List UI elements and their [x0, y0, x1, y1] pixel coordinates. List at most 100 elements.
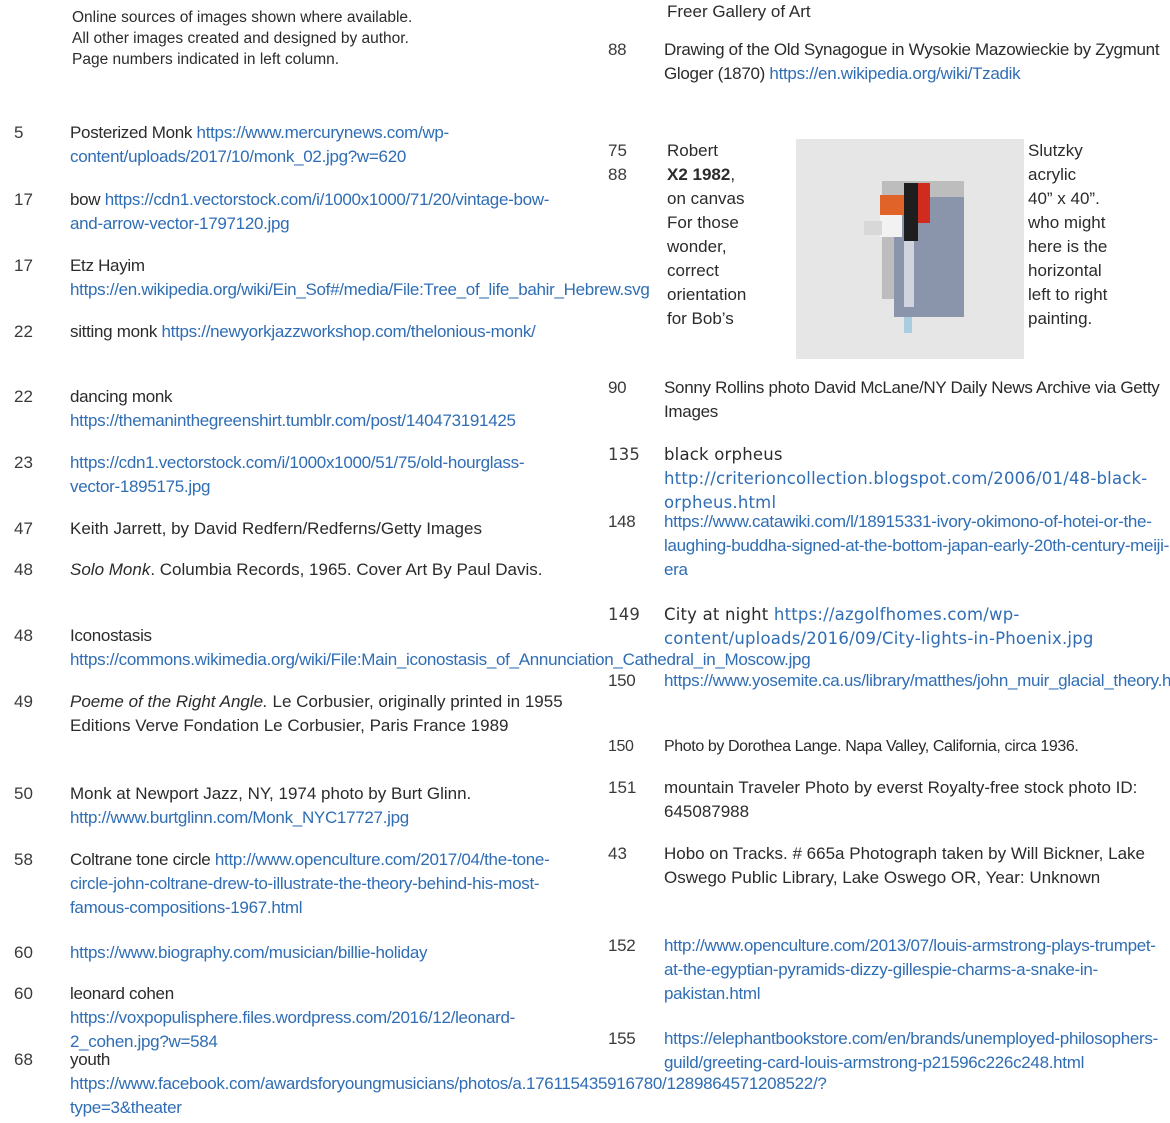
- intro-line: Page numbers indicated in left column.: [72, 51, 340, 68]
- page-number: 23: [14, 453, 33, 472]
- credit-entry: 149 City at night https://azgolfhomes.co…: [608, 603, 1170, 651]
- page-number: 49: [14, 692, 33, 711]
- credit-text: bow: [70, 190, 105, 209]
- credit-link[interactable]: https://www.catawiki.com/l/18915331-ivor…: [664, 512, 1169, 579]
- page-number: 88: [608, 40, 627, 59]
- painting-caption-right: Slutzky acrylic 40” x 40”. who might her…: [1028, 139, 1170, 331]
- left-column: Online sources of images shown where ava…: [14, 0, 827, 1117]
- credit-entry: 152 http://www.openculture.com/2013/07/l…: [608, 934, 1170, 1006]
- page-number: 43: [608, 844, 627, 863]
- credit-entry: 68 youth https://www.facebook.com/awards…: [14, 1048, 827, 1120]
- credit-text: dancing monk: [70, 387, 173, 406]
- page-number: 17: [14, 190, 33, 209]
- credit-link[interactable]: http://www.openculture.com/2013/07/louis…: [664, 936, 1156, 1003]
- page-number: 88: [608, 165, 627, 184]
- credit-link[interactable]: https://elephantbookstore.com/en/brands/…: [664, 1029, 1158, 1072]
- credit-text: Posterized Monk: [70, 123, 197, 142]
- painting-entry: 75 88 Robert X2 1982, on canvas For thos…: [608, 139, 1170, 369]
- page-number: 60: [14, 984, 33, 1003]
- credit-link[interactable]: https://themaninthegreenshirt.tumblr.com…: [70, 411, 516, 430]
- credit-entry: 48 Iconostasis https://commons.wikimedia…: [14, 624, 811, 672]
- abstract-painting-graphic: [796, 139, 1024, 359]
- credit-link[interactable]: https://en.wikipedia.org/wiki/Tzadik: [769, 64, 1020, 83]
- page-number: 150: [608, 738, 634, 755]
- credit-link[interactable]: https://www.yosemite.ca.us/library/matth…: [664, 671, 1170, 690]
- page-number: 155: [608, 1029, 636, 1048]
- credit-text: youth: [70, 1050, 111, 1069]
- painting-caption-left: Robert X2 1982, on canvas For those wond…: [667, 139, 797, 331]
- credit-link[interactable]: http://www.burtglinn.com/Monk_NYC17727.j…: [70, 808, 409, 827]
- page-number: 58: [14, 850, 33, 869]
- credit-entry: 58 Coltrane tone circle http://www.openc…: [14, 848, 574, 920]
- caption-line: 40” x 40”.: [1028, 189, 1100, 208]
- page-number: 90: [608, 378, 627, 397]
- credit-entry: 17 Etz Hayim https://en.wikipedia.org/wi…: [14, 254, 650, 302]
- credit-text: Keith Jarrett, by David Redfern/Redferns…: [70, 519, 482, 538]
- credit-text: Coltrane tone circle: [70, 850, 215, 869]
- credit-text: City at night: [664, 605, 774, 624]
- caption-line: left to right: [1028, 285, 1108, 304]
- credit-entry: 17 bow https://cdn1.vectorstock.com/i/10…: [14, 188, 574, 236]
- credit-link[interactable]: https://newyorkjazzworkshop.com/thelonio…: [162, 322, 536, 341]
- caption-line: horizontal: [1028, 261, 1102, 280]
- credit-link[interactable]: https://cdn1.vectorstock.com/i/1000x1000…: [70, 190, 549, 233]
- page-number: 50: [14, 784, 33, 803]
- intro-note: Online sources of images shown where ava…: [72, 7, 574, 70]
- page-number: 150: [608, 671, 636, 690]
- credit-text: sitting monk: [70, 322, 162, 341]
- credit-entry: 135 black orpheus http://criterioncollec…: [608, 443, 1170, 515]
- caption-line: for Bob’s: [667, 309, 734, 328]
- credit-entry: 43 Hobo on Tracks. # 665a Photograph tak…: [608, 842, 1170, 890]
- page-number: 149: [608, 605, 641, 624]
- caption-line: wonder,: [667, 237, 727, 256]
- credit-entry: 49 Poeme of the Right Angle. Le Corbusie…: [14, 690, 574, 738]
- credit-text: . Columbia Records, 1965. Cover Art By P…: [150, 560, 543, 579]
- page-number: 17: [14, 256, 33, 275]
- caption-line: acrylic: [1028, 165, 1077, 184]
- page-numbers: 75 88: [608, 139, 658, 187]
- credit-entry: 48 Solo Monk. Columbia Records, 1965. Co…: [14, 558, 574, 582]
- caption-line: who might: [1028, 213, 1106, 232]
- credit-text: Photo by Dorothea Lange. Napa Valley, Ca…: [664, 738, 1079, 755]
- credit-text: Sonny Rollins photo David McLane/NY Dail…: [664, 378, 1160, 421]
- credit-link[interactable]: https://www.facebook.com/awardsforyoungm…: [70, 1074, 827, 1117]
- credit-entry: 47 Keith Jarrett, by David Redfern/Redfe…: [14, 517, 574, 541]
- credit-entry: 150 https://www.yosemite.ca.us/library/m…: [608, 669, 1170, 693]
- credit-link[interactable]: http://criterioncollection.blogspot.com/…: [664, 469, 1147, 512]
- credit-text: leonard cohen: [70, 984, 174, 1003]
- credit-entry: 155 https://elephantbookstore.com/en/bra…: [608, 1027, 1170, 1075]
- painting-title: X2 1982: [667, 165, 731, 184]
- caption-line: X2 1982,: [667, 163, 797, 187]
- credit-entry: 150 Photo by Dorothea Lange. Napa Valley…: [608, 735, 1170, 759]
- caption-line: correct: [667, 261, 719, 280]
- caption-line: here is the: [1028, 237, 1108, 256]
- intro-line: Online sources of images shown where ava…: [72, 9, 413, 26]
- page-number: 48: [14, 560, 33, 579]
- caption-line: painting.: [1028, 309, 1093, 328]
- intro-line: All other images created and designed by…: [72, 30, 409, 47]
- page-number: 5: [14, 123, 24, 142]
- credit-link[interactable]: https://voxpopulisphere.files.wordpress.…: [70, 1008, 515, 1051]
- credit-link[interactable]: https://en.wikipedia.org/wiki/Ein_Sof#/m…: [70, 280, 650, 299]
- caption-line: on canvas: [667, 189, 745, 208]
- credit-text: Hobo on Tracks. # 665a Photograph taken …: [664, 844, 1145, 887]
- credit-entry: 5 Posterized Monk https://www.mercurynew…: [14, 121, 574, 169]
- caption-line: orientation: [667, 285, 747, 304]
- credit-entry: 22 sitting monk https://newyorkjazzworks…: [14, 320, 574, 344]
- credit-link[interactable]: https://commons.wikimedia.org/wiki/File:…: [70, 650, 811, 669]
- credit-link[interactable]: https://www.biography.com/musician/billi…: [70, 943, 428, 962]
- credit-text: mountain Traveler Photo by everst Royalt…: [664, 778, 1138, 821]
- page-number: 68: [14, 1050, 33, 1069]
- page-number: 75: [608, 141, 627, 160]
- credit-link[interactable]: https://cdn1.vectorstock.com/i/1000x1000…: [70, 453, 525, 496]
- credit-text: Iconostasis: [70, 626, 152, 645]
- page-number: 47: [14, 519, 33, 538]
- credit-entry: 148 https://www.catawiki.com/l/18915331-…: [608, 510, 1170, 582]
- credit-entry: 151 mountain Traveler Photo by everst Ro…: [608, 776, 1170, 824]
- painting-image: [796, 139, 1024, 359]
- page-number: 135: [608, 445, 641, 464]
- credit-entry: 50 Monk at Newport Jazz, NY, 1974 photo …: [14, 782, 574, 830]
- credit-text: black orpheus: [664, 445, 783, 464]
- credit-text: Etz Hayim: [70, 256, 145, 275]
- credit-entry: 60 https://www.biography.com/musician/bi…: [14, 941, 574, 965]
